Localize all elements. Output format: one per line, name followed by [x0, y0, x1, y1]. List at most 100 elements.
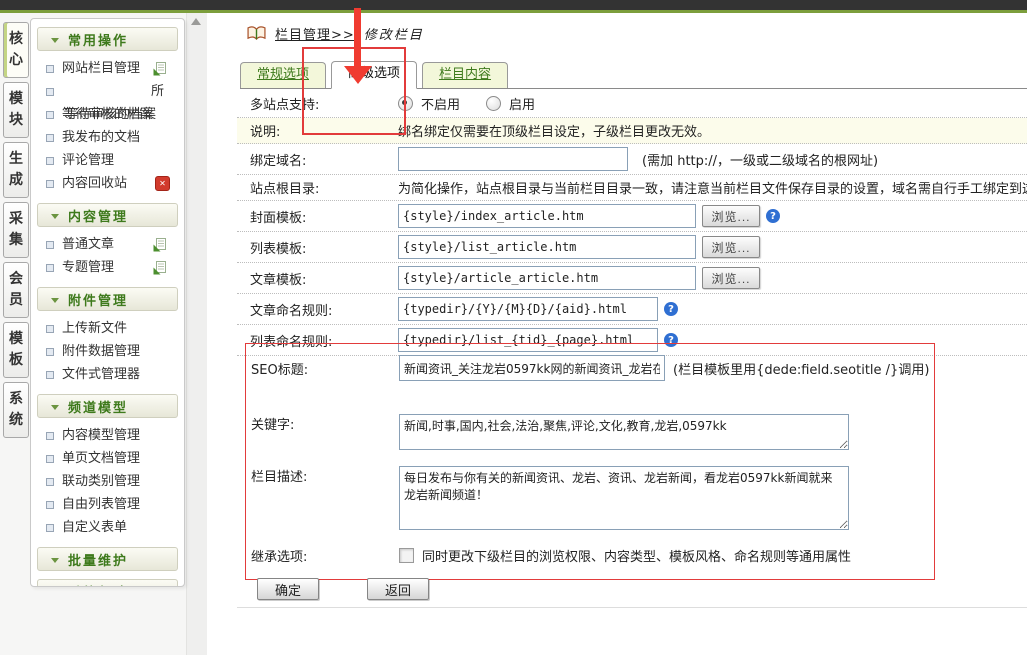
article-browse-button[interactable]: 浏览...	[702, 267, 760, 289]
form-row-note: 说明: 绑名绑定仅需要在顶级栏目设定，子级栏目更改无效。	[237, 118, 1027, 144]
bullet-icon	[46, 180, 54, 188]
chevron-down-icon	[51, 405, 59, 410]
form-row-multisite: 多站点支持: 不启用 启用	[237, 89, 1027, 118]
article-rule-input[interactable]	[398, 297, 658, 321]
sidebar-item[interactable]: 我发布的文档	[31, 126, 184, 149]
description-textarea[interactable]: 每日发布与你有关的新闻资讯、龙岩、资讯、龙岩新闻，看龙岩0597kk新闻就来龙岩…	[399, 466, 849, 530]
breadcrumb: 栏目管理>> 修改栏目	[247, 24, 424, 43]
list-browse-button[interactable]: 浏览...	[702, 236, 760, 258]
cover-browse-button[interactable]: 浏览...	[702, 205, 760, 227]
bullet-icon	[46, 65, 54, 73]
sidebar-item[interactable]: 网站栏目管理	[31, 57, 184, 80]
sidebar-item[interactable]: 自定义表单	[31, 516, 184, 539]
action-buttons: 确定 返回	[257, 578, 429, 600]
book-icon	[247, 26, 266, 41]
form-row-article-template: 文章模板: 浏览...	[237, 263, 1027, 294]
breadcrumb-current: 修改栏目	[364, 24, 424, 43]
tab-高级选项[interactable]: 高级选项	[331, 61, 417, 89]
cover-template-input[interactable]	[398, 204, 696, 228]
bullet-icon	[46, 111, 54, 119]
sidebar-item[interactable]: 内容模型管理	[31, 424, 184, 447]
bullet-icon	[46, 325, 54, 333]
top-bar	[0, 0, 1027, 13]
sidebar-item-label: 我发布的文档	[62, 129, 140, 146]
module-tab-系统[interactable]: 系统	[3, 382, 29, 438]
sidebar-item[interactable]: 评论管理	[31, 149, 184, 172]
siteroot-text: 为简化操作，站点根目录与当前栏目目录一致，请注意当前栏目文件保存目录的设置，域名…	[398, 178, 1027, 197]
form-rows: 多站点支持: 不启用 启用 说明: 绑名绑定仅需要在顶级栏目设定，子级栏目更改无…	[237, 89, 1027, 356]
list-template-input[interactable]	[398, 235, 696, 259]
inherit-text: 同时更改下级栏目的浏览权限、内容类型、模板风格、命名规则等通用属性	[422, 546, 851, 565]
section-header[interactable]: 批量维护	[37, 547, 178, 571]
help-icon[interactable]: ?	[766, 209, 780, 223]
sidebar-item[interactable]: 联动类别管理	[31, 470, 184, 493]
sidebar-item-label: 所	[151, 83, 176, 100]
scroll-up-icon[interactable]	[191, 18, 201, 25]
sidebar-scrollbar[interactable]	[186, 13, 207, 655]
bullet-icon	[46, 524, 54, 532]
siteroot-label: 站点根目录:	[250, 178, 398, 197]
sidebar-item-label: 内容回收站	[62, 175, 127, 192]
module-tab-生成[interactable]: 生成	[3, 142, 29, 198]
module-tab-会员[interactable]: 会员	[3, 262, 29, 318]
doc-move-icon	[153, 238, 166, 252]
sidebar-item-label: 单页文档管理	[62, 450, 140, 467]
sidebar-item-label: 自定义表单	[62, 519, 127, 536]
chevron-down-icon	[51, 214, 59, 219]
annotation-box-seo: SEO标题: (栏目模板里用{dede:field.seotitle /}调用)…	[245, 343, 935, 580]
bullet-icon	[46, 348, 54, 356]
sidebar-item[interactable]: 所	[31, 80, 184, 103]
section-header[interactable]: 系统帮助	[37, 579, 178, 587]
section-header[interactable]: 常用操作	[37, 27, 178, 51]
seo-title-input[interactable]	[399, 355, 665, 381]
bottom-divider	[237, 607, 1027, 608]
breadcrumb-parent-link[interactable]: 栏目管理>>	[275, 24, 355, 43]
sidebar-item-label: 自由列表管理	[62, 496, 140, 513]
ok-button[interactable]: 确定	[257, 578, 319, 600]
bullet-icon	[46, 432, 54, 440]
section-title: 频道模型	[68, 397, 128, 416]
section-header[interactable]: 附件管理	[37, 287, 178, 311]
module-tab-模板[interactable]: 模板	[3, 322, 29, 378]
back-button[interactable]: 返回	[367, 578, 429, 600]
seo-title-hint: (栏目模板里用{dede:field.seotitle /}调用)	[673, 359, 929, 378]
article-template-input[interactable]	[398, 266, 696, 290]
tab-常规选项[interactable]: 常规选项	[240, 62, 326, 88]
sidebar-item-label: 评论管理	[62, 152, 114, 169]
multisite-label: 多站点支持:	[250, 94, 398, 113]
inherit-checkbox[interactable]	[399, 548, 414, 563]
section-header[interactable]: 频道模型	[37, 394, 178, 418]
sidebar-item[interactable]: 附件数据管理	[31, 340, 184, 363]
sidebar-item-label: 联动类别管理	[62, 473, 140, 490]
section-header[interactable]: 内容管理	[37, 203, 178, 227]
sidebar-item[interactable]: 专题管理	[31, 256, 184, 279]
sidebar-item[interactable]: 自由列表管理	[31, 493, 184, 516]
main-content: 栏目管理>> 修改栏目 常规选项高级选项栏目内容 多站点支持: 不启用 启用 说…	[207, 13, 1027, 655]
tab-row: 常规选项高级选项栏目内容	[240, 62, 1027, 89]
seo-title-label: SEO标题:	[251, 359, 399, 378]
form-row-domain: 绑定域名: (需加 http://，一级或二级域名的根网址)	[237, 144, 1027, 175]
sidebar-item-label: 附件数据管理	[62, 343, 140, 360]
help-icon[interactable]: ?	[664, 302, 678, 316]
sidebar-menu-panel: 常用操作网站栏目管理所等待审核的档案等待审核的档案我发布的文档评论管理内容回收站…	[30, 18, 185, 587]
module-tab-采集[interactable]: 采集	[3, 202, 29, 258]
keywords-textarea[interactable]: 新闻,时事,国内,社会,法治,聚焦,评论,文化,教育,龙岩,0597kk	[399, 414, 849, 450]
bullet-icon	[46, 88, 54, 96]
multisite-enable-radio[interactable]	[486, 96, 501, 111]
domain-hint: (需加 http://，一级或二级域名的根网址)	[642, 150, 878, 169]
recycle-bin-icon: ✕	[155, 176, 170, 191]
sidebar-item[interactable]: 内容回收站 ✕	[31, 172, 184, 195]
module-tab-核心[interactable]: 核心	[3, 22, 29, 78]
doc-move-icon	[153, 261, 166, 275]
sidebar-item[interactable]: 等待审核的档案等待审核的档案	[31, 103, 184, 126]
multisite-disable-radio[interactable]	[398, 96, 413, 111]
sidebar-item-label: 文件式管理器	[62, 366, 140, 383]
sidebar-item[interactable]: 普通文章	[31, 233, 184, 256]
sidebar-item[interactable]: 上传新文件	[31, 317, 184, 340]
inherit-label: 继承选项:	[251, 546, 399, 565]
bind-domain-input[interactable]	[398, 147, 628, 171]
module-tab-模块[interactable]: 模块	[3, 82, 29, 138]
tab-栏目内容[interactable]: 栏目内容	[422, 62, 508, 88]
sidebar-item[interactable]: 单页文档管理	[31, 447, 184, 470]
sidebar-item[interactable]: 文件式管理器	[31, 363, 184, 386]
